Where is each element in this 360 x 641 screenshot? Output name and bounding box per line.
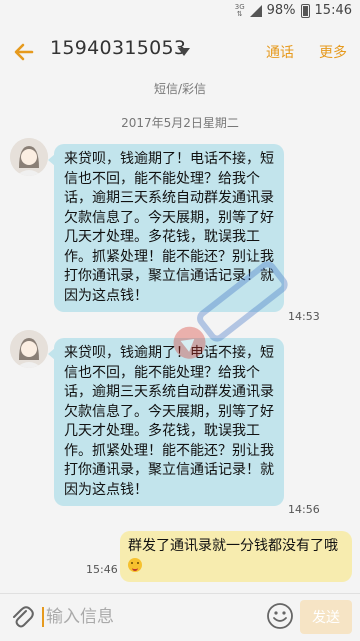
- contact-avatar[interactable]: [10, 330, 48, 368]
- contact-number[interactable]: 15940315053: [50, 37, 186, 59]
- status-bar: 3G ⇅ 98% 15:46: [0, 0, 360, 24]
- more-button[interactable]: 更多: [319, 42, 347, 62]
- person-icon: [10, 138, 48, 176]
- text-cursor: [42, 607, 44, 627]
- emoji-icon[interactable]: [266, 602, 294, 630]
- back-arrow-icon[interactable]: [10, 38, 38, 66]
- contact-avatar[interactable]: [10, 138, 48, 176]
- message-time: 14:53: [288, 310, 320, 323]
- incoming-message-bubble[interactable]: 来贷呗，钱逾期了！电话不接，短信也不回，能不能处理？给我个话，逾期三天系统自动群…: [48, 338, 284, 506]
- send-button[interactable]: 发送: [300, 600, 352, 634]
- grinning-face-emoji: [128, 557, 142, 572]
- network-indicator: 3G ⇅: [234, 2, 245, 18]
- call-button[interactable]: 通话: [266, 42, 294, 62]
- compose-bar: 发送: [0, 593, 360, 641]
- message-text: 群发了通讯录就一分钱都没有了哦: [128, 538, 338, 554]
- battery-icon: [300, 3, 310, 18]
- message-text: 来贷呗，钱逾期了！电话不接，短信也不回，能不能处理？给我个话，逾期三天系统自动群…: [64, 345, 274, 498]
- message-input[interactable]: [46, 604, 256, 630]
- outgoing-message-bubble[interactable]: 群发了通讯录就一分钱都没有了哦: [120, 531, 352, 582]
- message-time: 15:46: [86, 563, 118, 576]
- signal-icon: [249, 4, 262, 17]
- paperclip-icon[interactable]: [10, 604, 34, 630]
- incoming-message-bubble[interactable]: 来贷呗，钱逾期了！电话不接，短信也不回，能不能处理？给我个话，逾期三天系统自动群…: [48, 144, 284, 312]
- app-bar: 15940315053 通话 更多: [0, 24, 360, 80]
- chevron-down-icon[interactable]: [178, 48, 190, 56]
- battery-level: 98%: [266, 3, 296, 18]
- conversation-type-label: 短信/彩信: [153, 82, 207, 96]
- clock: 15:46: [314, 3, 352, 18]
- person-icon: [10, 330, 48, 368]
- message-text: 来贷呗，钱逾期了！电话不接，短信也不回，能不能处理？给我个话，逾期三天系统自动群…: [64, 151, 274, 304]
- message-time: 14:56: [288, 503, 320, 516]
- date-separator: 2017年5月2日星期二: [121, 116, 239, 130]
